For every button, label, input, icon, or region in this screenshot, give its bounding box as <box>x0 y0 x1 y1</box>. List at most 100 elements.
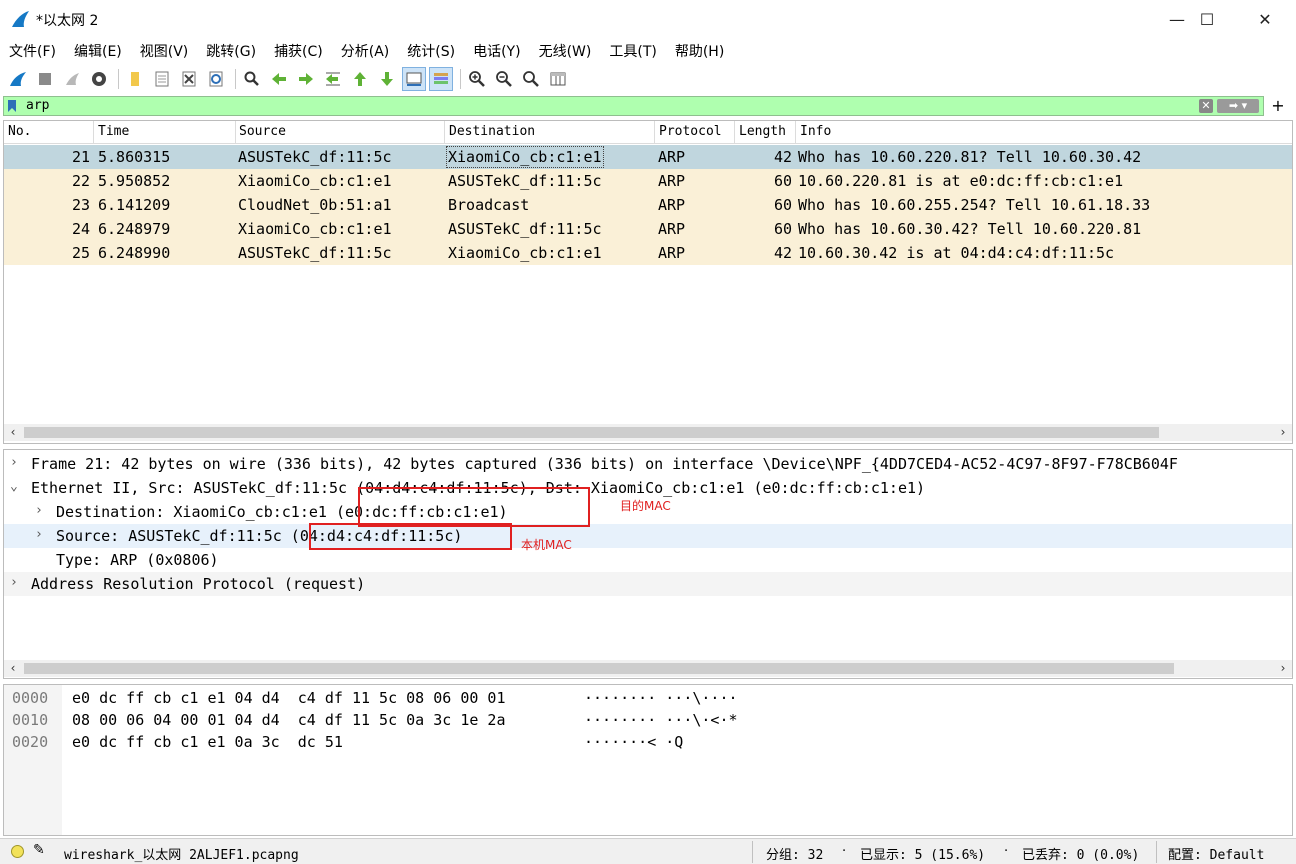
packet-cell-protocol: ARP <box>658 172 686 190</box>
chevron-down-icon[interactable]: ⌄ <box>10 479 18 494</box>
scroll-left-icon[interactable]: ‹ <box>4 424 22 441</box>
column-header-length[interactable]: Length <box>739 124 786 139</box>
packet-cell-destination: XiaomiCo_cb:c1:e1 <box>446 146 604 168</box>
display-filter-input[interactable]: arp ✕ ➡ ▾ <box>3 96 1264 116</box>
save-file-icon[interactable] <box>150 67 174 91</box>
menu-tools[interactable]: 工具(T) <box>609 41 656 61</box>
packet-cell-destination: ASUSTekC_df:11:5c <box>448 172 602 190</box>
colorize-icon[interactable] <box>429 67 453 91</box>
open-file-icon[interactable] <box>123 67 147 91</box>
byte-offset: 0000 <box>12 689 49 707</box>
packet-list-hscroll[interactable]: ‹ › <box>4 424 1292 441</box>
edit-comment-icon[interactable]: ✎ <box>33 842 45 858</box>
byte-hex[interactable]: 08 00 06 04 00 01 04 d4 c4 df 11 5c 0a 3… <box>72 711 505 729</box>
menu-help[interactable]: 帮助(H) <box>675 41 724 61</box>
menu-file[interactable]: 文件(F) <box>9 41 56 61</box>
menu-statistics[interactable]: 统计(S) <box>407 41 455 61</box>
capture-options-icon[interactable] <box>87 67 111 91</box>
byte-ascii[interactable]: ········ ···\·<·* <box>584 711 738 729</box>
tree-row-source[interactable]: › Source: ASUSTekC_df:11:5c (04:d4:c4:df… <box>4 524 1292 548</box>
reload-file-icon[interactable] <box>204 67 228 91</box>
auto-scroll-icon[interactable] <box>402 67 426 91</box>
packet-row[interactable]: 23 6.141209 CloudNet_0b:51:a1 Broadcast ARP 6… <box>4 193 1292 217</box>
packet-cell-source: CloudNet_0b:51:a1 <box>238 196 392 214</box>
last-packet-icon[interactable] <box>375 67 399 91</box>
packet-cell-protocol: ARP <box>658 196 686 214</box>
menu-edit[interactable]: 编辑(E) <box>74 41 122 61</box>
menu-capture[interactable]: 捕获(C) <box>274 41 323 61</box>
stop-capture-icon[interactable] <box>33 67 57 91</box>
details-hscroll[interactable]: ‹ › <box>4 660 1292 677</box>
packet-cell-time: 6.141209 <box>98 196 171 214</box>
zoom-out-icon[interactable] <box>492 67 516 91</box>
go-to-packet-icon[interactable] <box>321 67 345 91</box>
chevron-right-icon[interactable]: › <box>10 575 18 590</box>
profile-label[interactable]: 配置: Default <box>1168 844 1264 863</box>
resize-columns-icon[interactable] <box>546 67 570 91</box>
restart-capture-icon[interactable] <box>60 67 84 91</box>
start-capture-icon[interactable] <box>6 67 30 91</box>
add-filter-button[interactable]: + <box>1266 96 1290 116</box>
packet-cell-no: 21 <box>71 148 90 166</box>
toolbar-separator <box>118 69 119 89</box>
packet-row[interactable]: 21 5.860315 ASUSTekC_df:11:5c XiaomiCo_cb:c… <box>4 145 1292 169</box>
packet-cell-length: 60 <box>773 196 792 214</box>
bookmark-icon[interactable] <box>7 99 17 113</box>
close-file-icon[interactable] <box>177 67 201 91</box>
scroll-left-icon[interactable]: ‹ <box>4 660 22 677</box>
go-back-icon[interactable] <box>267 67 291 91</box>
displayed-count: 已显示: 5 (15.6%) <box>860 848 986 863</box>
menu-go[interactable]: 跳转(G) <box>206 41 256 61</box>
clear-filter-icon[interactable]: ✕ <box>1199 99 1213 113</box>
chevron-right-icon[interactable]: › <box>35 527 43 542</box>
chevron-right-icon[interactable]: › <box>35 503 43 518</box>
go-forward-icon[interactable] <box>294 67 318 91</box>
capture-status-icon[interactable] <box>11 845 24 858</box>
packet-row[interactable]: 24 6.248979 XiaomiCo_cb:c1:e1 ASUSTekC_df:1… <box>4 217 1292 241</box>
column-header-protocol[interactable]: Protocol <box>659 124 722 139</box>
scroll-thumb[interactable] <box>24 663 1174 674</box>
tree-row-frame[interactable]: › Frame 21: 42 bytes on wire (336 bits),… <box>4 452 1292 476</box>
packet-row[interactable]: 22 5.950852 XiaomiCo_cb:c1:e1 ASUSTekC_df:1… <box>4 169 1292 193</box>
maximize-button[interactable]: ☐ <box>1178 0 1236 38</box>
packet-cell-length: 42 <box>773 244 792 262</box>
packet-cell-source: XiaomiCo_cb:c1:e1 <box>238 172 392 190</box>
zoom-in-icon[interactable] <box>465 67 489 91</box>
local-mac-annotation: 本机MAC <box>521 538 572 552</box>
packet-cell-length: 60 <box>773 220 792 238</box>
arrow-right-icon[interactable]: ➡ ▾ <box>1217 99 1259 113</box>
packet-cell-info: Who has 10.60.220.81? Tell 10.60.30.42 <box>798 148 1142 166</box>
scroll-right-icon[interactable]: › <box>1274 424 1292 441</box>
packet-cell-destination: XiaomiCo_cb:c1:e1 <box>448 244 602 262</box>
byte-ascii[interactable]: ·······< ·Q <box>584 733 683 751</box>
menu-telephony[interactable]: 电话(Y) <box>473 41 520 61</box>
close-button[interactable]: ✕ <box>1236 0 1294 38</box>
byte-offset: 0020 <box>12 733 49 751</box>
tree-row-type[interactable]: Type: ARP (0x0806) <box>4 548 1292 572</box>
scroll-right-icon[interactable]: › <box>1274 660 1292 677</box>
menu-wireless[interactable]: 无线(W) <box>539 41 592 61</box>
column-header-info[interactable]: Info <box>800 124 831 139</box>
scroll-thumb[interactable] <box>24 427 1159 438</box>
packet-cell-length: 42 <box>773 148 792 166</box>
packet-cell-info: Who has 10.60.255.254? Tell 10.61.18.33 <box>798 196 1151 214</box>
byte-hex[interactable]: e0 dc ff cb c1 e1 0a 3c dc 51 <box>72 733 343 751</box>
packet-list-header: No. Time Source Destination Protocol Len… <box>4 121 1292 144</box>
column-header-source[interactable]: Source <box>239 124 286 139</box>
byte-ascii[interactable]: ········ ···\···· <box>584 689 738 707</box>
packet-cell-length: 60 <box>773 172 792 190</box>
menu-view[interactable]: 视图(V) <box>140 41 189 61</box>
chevron-right-icon[interactable]: › <box>10 455 18 470</box>
tree-row-arp[interactable]: › Address Resolution Protocol (request) <box>4 572 1292 596</box>
column-header-time[interactable]: Time <box>98 124 129 139</box>
menu-analyze[interactable]: 分析(A) <box>341 41 390 61</box>
byte-hex[interactable]: e0 dc ff cb c1 e1 04 d4 c4 df 11 5c 08 0… <box>72 689 505 707</box>
find-packet-icon[interactable] <box>240 67 264 91</box>
column-header-destination[interactable]: Destination <box>449 124 535 139</box>
first-packet-icon[interactable] <box>348 67 372 91</box>
normal-size-icon[interactable] <box>519 67 543 91</box>
packet-cell-time: 5.860315 <box>98 148 171 166</box>
column-header-no[interactable]: No. <box>8 124 31 139</box>
packet-row[interactable]: 25 6.248990 ASUSTekC_df:11:5c XiaomiCo_cb:c… <box>4 241 1292 265</box>
filter-text[interactable]: arp <box>26 98 49 113</box>
